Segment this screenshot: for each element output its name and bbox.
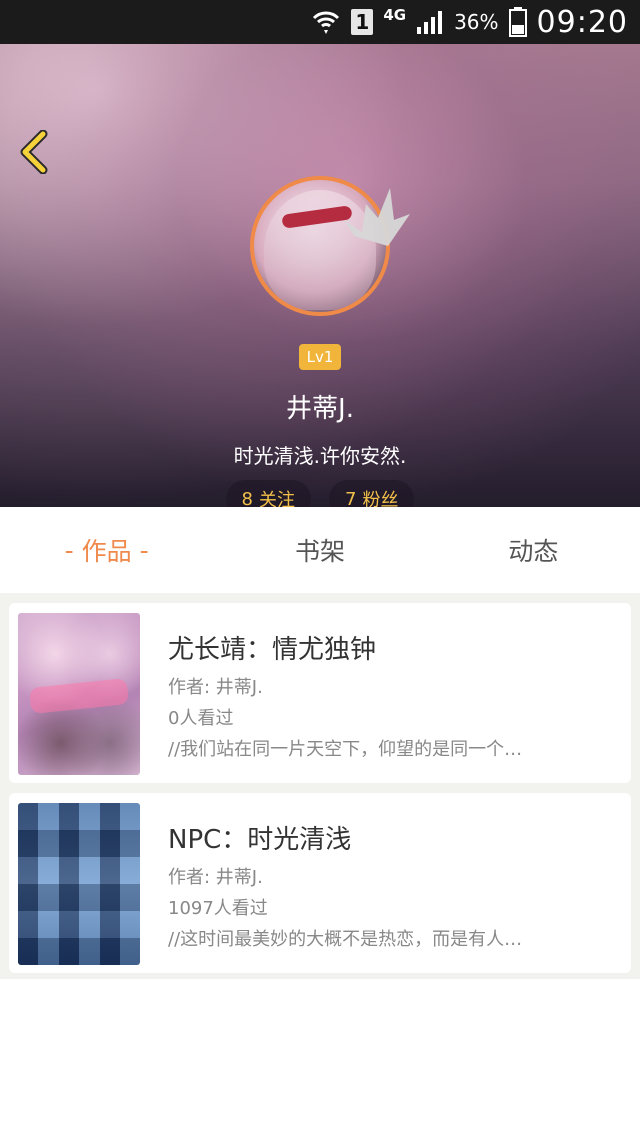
profile-tabs: - 作品 - 书架 动态 [0, 507, 640, 593]
following-label: 关注 [259, 490, 295, 507]
tab-activity[interactable]: 动态 [427, 507, 640, 593]
work-card[interactable]: 尤长靖：情尤独钟 作者: 井蒂J. 0人看过 //我们站在同一片天空下，仰望的是… [9, 603, 631, 783]
work-views: 0人看过 [168, 708, 234, 729]
followers-label: 粉丝 [362, 490, 399, 507]
clock: 09:20 [536, 4, 628, 40]
chevron-left-icon [20, 130, 48, 174]
book-cover [18, 613, 140, 775]
battery-percent: 36% [454, 10, 499, 34]
username: 井蒂J. [286, 394, 354, 424]
work-title: 尤长靖：情尤独钟 [168, 635, 377, 665]
user-signature: 时光清浅.许你安然. [233, 444, 407, 468]
tab-label: 书架 [294, 537, 345, 566]
work-author: 作者: 井蒂J. [168, 867, 263, 888]
work-views: 1097人看过 [168, 898, 268, 919]
work-excerpt: //这时间最美妙的大概不是热恋，而是有人… [168, 929, 523, 950]
network-type: 4G [383, 6, 407, 24]
back-button[interactable] [14, 128, 54, 176]
wifi-icon [311, 7, 341, 37]
follow-stats: 8 关注 7 粉丝 [0, 480, 640, 507]
works-list: 尤长靖：情尤独钟 作者: 井蒂J. 0人看过 //我们站在同一片天空下，仰望的是… [0, 593, 640, 979]
battery-icon [508, 7, 527, 37]
status-bar: 1 4G 36% 09:20 [0, 0, 640, 44]
signal-icon [416, 9, 444, 35]
tab-works[interactable]: - 作品 - [0, 507, 213, 593]
work-card[interactable]: NPC：时光清浅 作者: 井蒂J. 1097人看过 //这时间最美妙的大概不是热… [9, 793, 631, 973]
sim-slot-indicator: 1 [351, 9, 374, 35]
followers-count: 7 [345, 488, 357, 508]
following-count: 8 [241, 488, 253, 508]
work-author: 作者: 井蒂J. [168, 677, 263, 698]
work-title: NPC：时光清浅 [168, 825, 352, 855]
book-cover [18, 803, 140, 965]
tab-bookshelf[interactable]: 书架 [213, 507, 426, 593]
followers-button[interactable]: 7 粉丝 [329, 480, 415, 508]
level-badge: Lv1 [299, 344, 341, 370]
profile-header: Lv1 井蒂J. 时光清浅.许你安然. 8 关注 7 粉丝 [0, 44, 640, 507]
following-button[interactable]: 8 关注 [225, 480, 311, 508]
work-excerpt: //我们站在同一片天空下，仰望的是同一个… [168, 739, 523, 760]
crown-icon [340, 186, 414, 256]
tab-label: 动态 [508, 537, 559, 566]
tab-label: 作品 [81, 537, 132, 566]
